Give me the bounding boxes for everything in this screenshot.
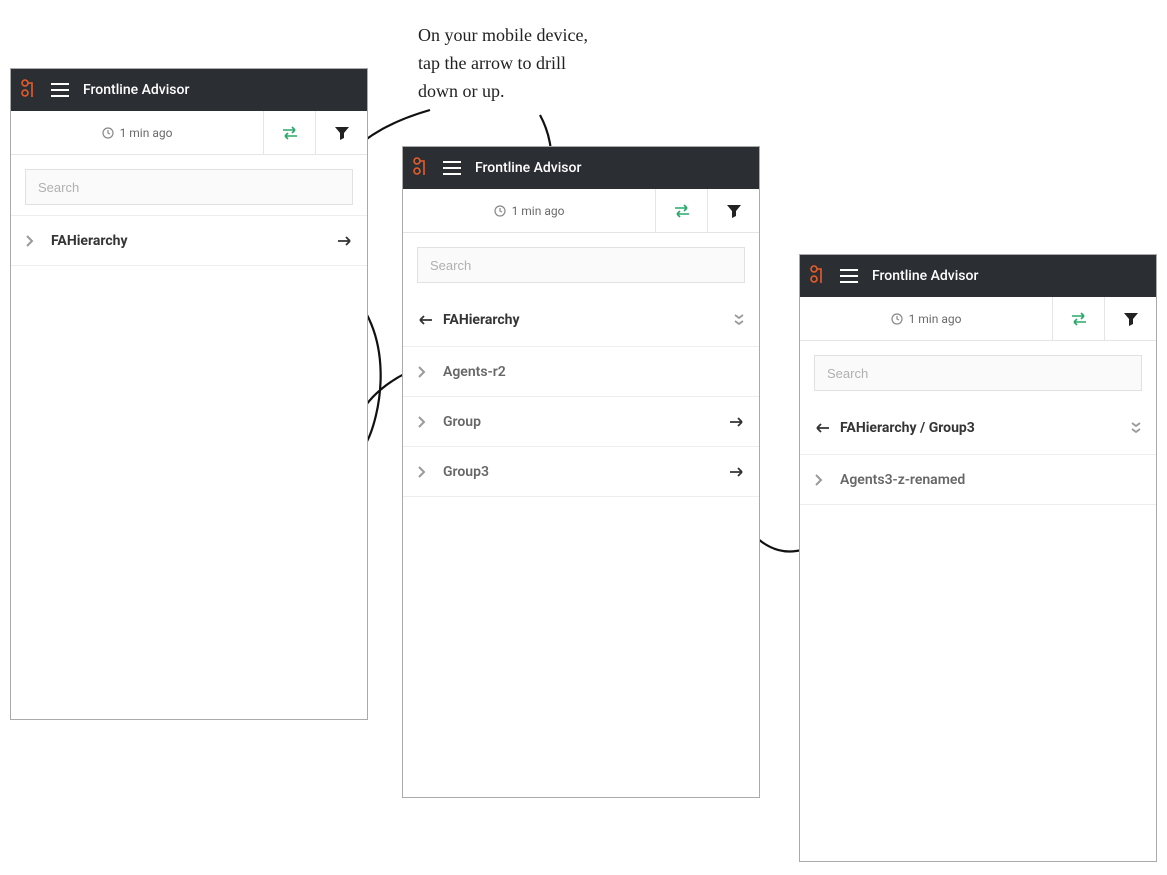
- toolbar: 1 min ago: [11, 111, 367, 155]
- chevron-right-icon: [417, 416, 439, 428]
- list-item-label: Group: [439, 414, 723, 430]
- filter-icon: [726, 204, 742, 218]
- hierarchy-list: FAHierarchy / Group3 Agents3-z-renamed: [800, 401, 1156, 861]
- hamburger-icon[interactable]: [51, 83, 69, 97]
- list-item[interactable]: FAHierarchy: [11, 216, 367, 266]
- breadcrumb-label: FAHierarchy / Group3: [836, 420, 1120, 436]
- swap-button[interactable]: [263, 111, 315, 154]
- drill-down-icon[interactable]: [723, 466, 745, 478]
- toolbar: 1 min ago: [800, 297, 1156, 341]
- swap-icon: [673, 204, 691, 218]
- swap-icon: [1070, 312, 1088, 326]
- list-item-label: Agents3-z-renamed: [836, 472, 1120, 488]
- search-container: [403, 233, 759, 293]
- app-title: Frontline Advisor: [83, 82, 189, 98]
- app-title: Frontline Advisor: [872, 268, 978, 284]
- clock-icon: [494, 205, 506, 217]
- list-item[interactable]: Group3: [403, 447, 759, 497]
- list-item-label: Agents-r2: [439, 364, 723, 380]
- chevron-right-icon: [814, 474, 836, 486]
- timestamp: 1 min ago: [403, 189, 655, 232]
- app-header: Frontline Advisor: [403, 147, 759, 189]
- timestamp: 1 min ago: [11, 111, 263, 154]
- annotation-text: On your mobile device, tap the arrow to …: [418, 22, 588, 106]
- filter-button[interactable]: [707, 189, 759, 232]
- search-input[interactable]: [25, 169, 353, 205]
- search-input[interactable]: [417, 247, 745, 283]
- hierarchy-list: FAHierarchy Agents-r2 Group Group3: [403, 293, 759, 797]
- list-item[interactable]: Agents3-z-renamed: [800, 455, 1156, 505]
- search-container: [11, 155, 367, 215]
- search-container: [800, 341, 1156, 401]
- swap-icon: [281, 126, 299, 140]
- drill-down-icon[interactable]: [331, 235, 353, 247]
- clock-icon: [102, 127, 114, 139]
- list-item-label: FAHierarchy: [47, 233, 331, 249]
- breadcrumb[interactable]: FAHierarchy / Group3: [800, 401, 1156, 455]
- list-item[interactable]: Group: [403, 397, 759, 447]
- arrow-left-icon[interactable]: [814, 422, 836, 434]
- clock-icon: [891, 313, 903, 325]
- breadcrumb-label: FAHierarchy: [439, 312, 723, 328]
- search-input[interactable]: [814, 355, 1142, 391]
- filter-icon: [334, 126, 350, 140]
- mobile-screen-2: Frontline Advisor 1 min ago FAHierarchy: [402, 146, 760, 798]
- chevron-right-icon: [25, 235, 47, 247]
- toolbar: 1 min ago: [403, 189, 759, 233]
- app-header: Frontline Advisor: [11, 69, 367, 111]
- swap-button[interactable]: [1052, 297, 1104, 340]
- app-header: Frontline Advisor: [800, 255, 1156, 297]
- chevron-right-icon: [417, 466, 439, 478]
- filter-button[interactable]: [315, 111, 367, 154]
- list-item[interactable]: Agents-r2: [403, 347, 759, 397]
- drill-down-icon[interactable]: [723, 416, 745, 428]
- list-item-label: Group3: [439, 464, 723, 480]
- double-chevron-down-icon[interactable]: [1120, 421, 1142, 435]
- arrow-left-icon[interactable]: [417, 314, 439, 326]
- app-logo-icon: [808, 263, 826, 289]
- mobile-screen-1: Frontline Advisor 1 min ago FAHierarchy: [10, 68, 368, 720]
- hamburger-icon[interactable]: [443, 161, 461, 175]
- app-logo-icon: [19, 77, 37, 103]
- swap-button[interactable]: [655, 189, 707, 232]
- hierarchy-list: FAHierarchy: [11, 215, 367, 719]
- double-chevron-down-icon[interactable]: [723, 313, 745, 327]
- filter-button[interactable]: [1104, 297, 1156, 340]
- app-logo-icon: [411, 155, 429, 181]
- chevron-right-icon: [417, 366, 439, 378]
- filter-icon: [1123, 312, 1139, 326]
- hamburger-icon[interactable]: [840, 269, 858, 283]
- mobile-screen-3: Frontline Advisor 1 min ago FAHierarchy …: [799, 254, 1157, 862]
- breadcrumb[interactable]: FAHierarchy: [403, 293, 759, 347]
- app-title: Frontline Advisor: [475, 160, 581, 176]
- timestamp: 1 min ago: [800, 297, 1052, 340]
